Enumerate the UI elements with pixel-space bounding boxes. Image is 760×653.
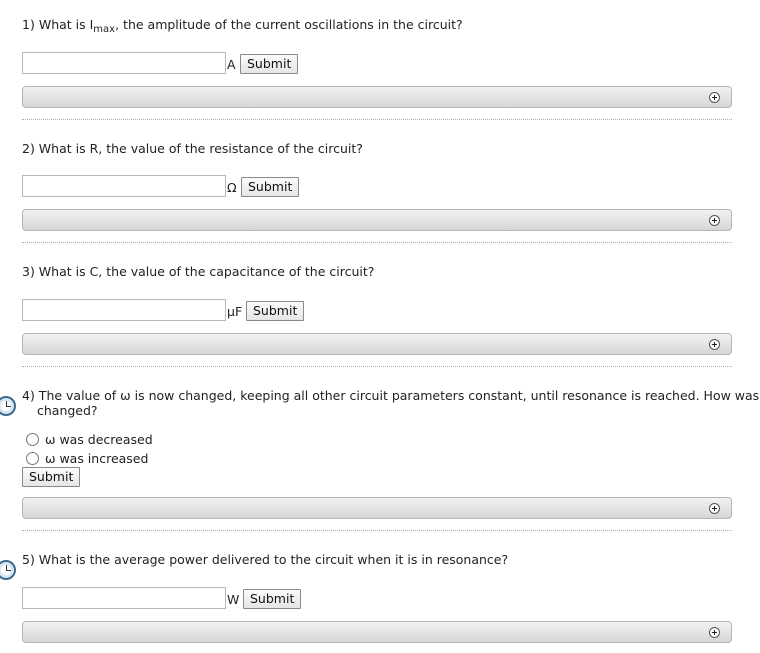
question-2-submit-button[interactable]: Submit <box>241 177 300 197</box>
option-label: ω was decreased <box>45 431 153 447</box>
question-2-unit: Ω <box>227 180 237 195</box>
separator <box>22 242 732 243</box>
question-1-suffix: , the amplitude of the current oscillati… <box>115 17 463 32</box>
question-3-answer-input[interactable] <box>22 299 226 321</box>
plus-circle-icon[interactable] <box>709 503 720 514</box>
question-2-text: 2) What is R, the value of the resistanc… <box>22 141 363 156</box>
clock-icon <box>0 560 16 580</box>
question-5-unit: W <box>227 592 240 607</box>
question-1-number: 1) <box>22 17 35 32</box>
option-decreased[interactable]: ω was decreased <box>26 430 153 448</box>
separator <box>22 530 732 531</box>
plus-circle-icon[interactable] <box>709 215 720 226</box>
question-3-hint-bar[interactable] <box>22 333 732 355</box>
clock-icon <box>0 396 16 416</box>
question-3-submit-button[interactable]: Submit <box>246 301 305 321</box>
separator <box>22 119 732 120</box>
question-3-unit: μF <box>227 304 243 319</box>
question-1-answer-input[interactable] <box>22 52 226 74</box>
question-4-submit-button[interactable]: Submit <box>22 467 81 487</box>
question-5-answer-input[interactable] <box>22 587 226 609</box>
question-5-hint-bar[interactable] <box>22 621 732 643</box>
option-increased[interactable]: ω was increased <box>26 449 148 467</box>
question-5-text: 5) What is the average power delivered t… <box>22 552 509 567</box>
plus-circle-icon[interactable] <box>709 92 720 103</box>
radio-button[interactable] <box>26 432 39 446</box>
question-1-text: 1) What is Imax, the amplitude of the cu… <box>22 17 463 38</box>
option-label: ω was increased <box>45 450 149 466</box>
question-4-text-line1: 4) The value of ω is now changed, keepin… <box>22 388 760 403</box>
question-1-unit: A <box>227 57 236 72</box>
question-4-text-line2: changed? <box>37 403 98 418</box>
question-1-hint-bar[interactable] <box>22 86 732 108</box>
question-3-text: 3) What is C, the value of the capacitan… <box>22 264 375 279</box>
question-1-prefix: What is I <box>38 17 94 32</box>
separator <box>22 366 732 367</box>
question-5-submit-button[interactable]: Submit <box>243 589 302 609</box>
question-1-subscript: max <box>93 24 116 35</box>
radio-button[interactable] <box>26 451 39 465</box>
question-4-hint-bar[interactable] <box>22 497 732 519</box>
plus-circle-icon[interactable] <box>709 627 720 638</box>
question-2-hint-bar[interactable] <box>22 209 732 231</box>
plus-circle-icon[interactable] <box>709 339 720 350</box>
question-1-submit-button[interactable]: Submit <box>240 54 299 74</box>
question-2-answer-input[interactable] <box>22 175 226 197</box>
